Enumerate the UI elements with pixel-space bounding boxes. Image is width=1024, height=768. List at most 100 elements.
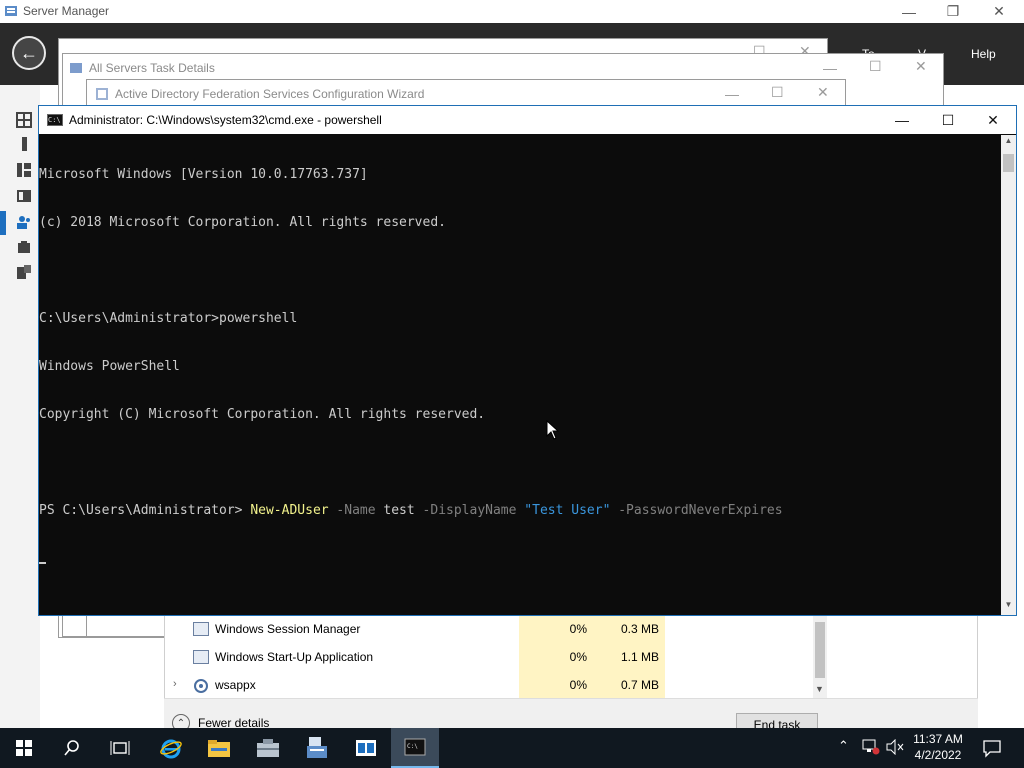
dashboard-icon[interactable] bbox=[15, 111, 33, 129]
console-line: Windows PowerShell bbox=[39, 359, 180, 374]
task-manager-scroll-thumb[interactable] bbox=[815, 622, 825, 678]
cmd-maximize-button[interactable]: ☐ bbox=[925, 106, 971, 134]
system-clock[interactable]: 11:37 AM 4/2/2022 bbox=[908, 731, 968, 763]
adfs-wizard-minimize-icon[interactable]: — bbox=[725, 86, 739, 102]
text-cursor bbox=[39, 562, 46, 564]
command-line: PS C:\Users\Administrator> New-ADUser -N… bbox=[39, 503, 1001, 519]
adfs-wizard-close-icon[interactable]: ✕ bbox=[817, 84, 829, 101]
command-prompt-icon: C:\ bbox=[404, 738, 426, 756]
task-details-maximize-icon[interactable]: ☐ bbox=[869, 58, 882, 75]
process-name: Windows Start-Up Application bbox=[215, 650, 374, 664]
local-server-icon[interactable] bbox=[15, 135, 33, 153]
ps-param-displayname: -DisplayName bbox=[414, 503, 525, 518]
task-manager-icon bbox=[356, 740, 376, 756]
clock-date: 4/2/2022 bbox=[914, 748, 962, 762]
server-manager-toolbox-icon bbox=[257, 739, 279, 757]
internet-explorer-button[interactable] bbox=[147, 728, 195, 768]
storage-icon[interactable] bbox=[15, 263, 33, 281]
file-explorer-button[interactable] bbox=[195, 728, 243, 768]
svg-text:C:\: C:\ bbox=[407, 743, 418, 750]
scroll-down-icon[interactable]: ▼ bbox=[815, 684, 824, 694]
process-name: Windows Session Manager bbox=[215, 622, 361, 636]
back-button[interactable]: ← bbox=[12, 36, 46, 70]
server-manager-taskbar-button[interactable] bbox=[244, 728, 292, 768]
process-name: wsappx bbox=[215, 678, 256, 692]
ps-prompt: PS C:\Users\Administrator> bbox=[39, 503, 251, 518]
ps-param-passwordneverexpires: -PasswordNeverExpires bbox=[610, 503, 783, 518]
start-button[interactable] bbox=[0, 728, 48, 768]
cmd-scrollbar[interactable] bbox=[1001, 135, 1016, 615]
volume-muted-icon[interactable] bbox=[885, 739, 905, 755]
adfs-wizard-maximize-icon[interactable]: ☐ bbox=[771, 84, 784, 101]
network-icon[interactable] bbox=[862, 739, 880, 755]
show-hidden-icons-chevron-icon[interactable]: ⌃ bbox=[838, 738, 849, 754]
console-line: Microsoft Windows [Version 10.0.17763.73… bbox=[39, 167, 368, 182]
file-services-icon[interactable] bbox=[15, 187, 33, 205]
server-manager-icon bbox=[5, 6, 17, 16]
action-center-icon[interactable] bbox=[982, 738, 1002, 758]
folder-icon bbox=[208, 740, 230, 757]
server-manager-titlebar: Server Manager — ❐ ✕ bbox=[0, 0, 1024, 23]
adfs-wizard-title: Active Directory Federation Services Con… bbox=[115, 87, 425, 101]
adfs-taskbar-button[interactable] bbox=[293, 728, 341, 768]
minimize-button[interactable]: — bbox=[886, 0, 932, 23]
task-view-button[interactable] bbox=[96, 728, 144, 768]
task-manager-footer bbox=[164, 698, 978, 728]
maximize-icon: ☐ bbox=[941, 111, 955, 128]
mouse-pointer-icon bbox=[546, 420, 560, 440]
search-button[interactable] bbox=[48, 728, 96, 768]
configuration-wizard-icon bbox=[307, 737, 327, 758]
task-view-icon bbox=[110, 741, 130, 755]
minimize-icon: — bbox=[895, 112, 909, 128]
minimize-icon: — bbox=[902, 3, 916, 20]
menu-help[interactable]: Help bbox=[971, 47, 996, 61]
internet-explorer-icon bbox=[160, 739, 182, 759]
gear-icon bbox=[194, 679, 208, 693]
process-memory: 1.1 MB bbox=[593, 644, 665, 672]
task-details-close-icon[interactable]: ✕ bbox=[915, 58, 927, 75]
ps-cmdlet: New-ADUser bbox=[250, 503, 329, 518]
process-window-icon bbox=[193, 622, 209, 636]
server-manager-sidebar bbox=[0, 85, 40, 728]
console-line: C:\Users\Administrator>powershell bbox=[39, 311, 298, 326]
sidebar-selection-marker bbox=[0, 211, 6, 235]
close-icon: ✕ bbox=[993, 3, 1005, 19]
process-row[interactable]: › wsappx 0% 0.7 MB bbox=[165, 672, 815, 700]
back-arrow-icon: ← bbox=[20, 42, 38, 63]
cmd-title: Administrator: C:\Windows\system32\cmd.e… bbox=[69, 113, 382, 127]
clock-time: 11:37 AM bbox=[913, 732, 963, 746]
process-cpu: 0% bbox=[519, 616, 593, 644]
process-cpu: 0% bbox=[519, 644, 593, 672]
cmd-scroll-thumb[interactable] bbox=[1003, 154, 1014, 172]
cmd-minimize-button[interactable]: — bbox=[879, 106, 925, 134]
expand-chevron-icon[interactable]: › bbox=[173, 678, 177, 690]
ps-param-name: -Name bbox=[328, 503, 384, 518]
cmd-window: C:\ Administrator: C:\Windows\system32\c… bbox=[38, 105, 1017, 616]
console-line: Copyright (C) Microsoft Corporation. All… bbox=[39, 407, 486, 422]
process-row[interactable]: Windows Session Manager 0% 0.3 MB bbox=[165, 616, 815, 644]
windows-logo-icon bbox=[16, 740, 32, 756]
server-manager-title: Server Manager bbox=[23, 4, 110, 18]
role-icon[interactable] bbox=[15, 239, 33, 257]
console-output[interactable]: Microsoft Windows [Version 10.0.17763.73… bbox=[39, 135, 1001, 615]
task-details-icon bbox=[70, 63, 82, 73]
close-button[interactable]: ✕ bbox=[976, 0, 1022, 23]
cmd-close-button[interactable]: ✕ bbox=[970, 106, 1016, 134]
process-row[interactable]: Windows Start-Up Application 0% 1.1 MB bbox=[165, 644, 815, 672]
task-manager-taskbar-button[interactable] bbox=[342, 728, 390, 768]
cmd-titlebar: C:\ Administrator: C:\Windows\system32\c… bbox=[39, 106, 1016, 134]
ps-displayname-value: "Test User" bbox=[524, 503, 611, 518]
all-servers-icon[interactable] bbox=[15, 161, 33, 179]
scroll-down-icon[interactable]: ▼ bbox=[1001, 600, 1016, 614]
ad-users-icon[interactable] bbox=[15, 213, 33, 231]
adfs-wizard-icon bbox=[96, 88, 108, 100]
ps-name-value: test bbox=[383, 503, 415, 518]
restore-button[interactable]: ❐ bbox=[930, 0, 976, 23]
cursor-line bbox=[39, 551, 1001, 567]
cmd-taskbar-button[interactable]: C:\ bbox=[391, 728, 439, 768]
task-details-minimize-icon[interactable]: — bbox=[823, 60, 837, 76]
process-cpu: 0% bbox=[519, 672, 593, 700]
scroll-up-icon[interactable]: ▲ bbox=[1001, 136, 1016, 150]
restore-icon: ❐ bbox=[946, 3, 960, 19]
